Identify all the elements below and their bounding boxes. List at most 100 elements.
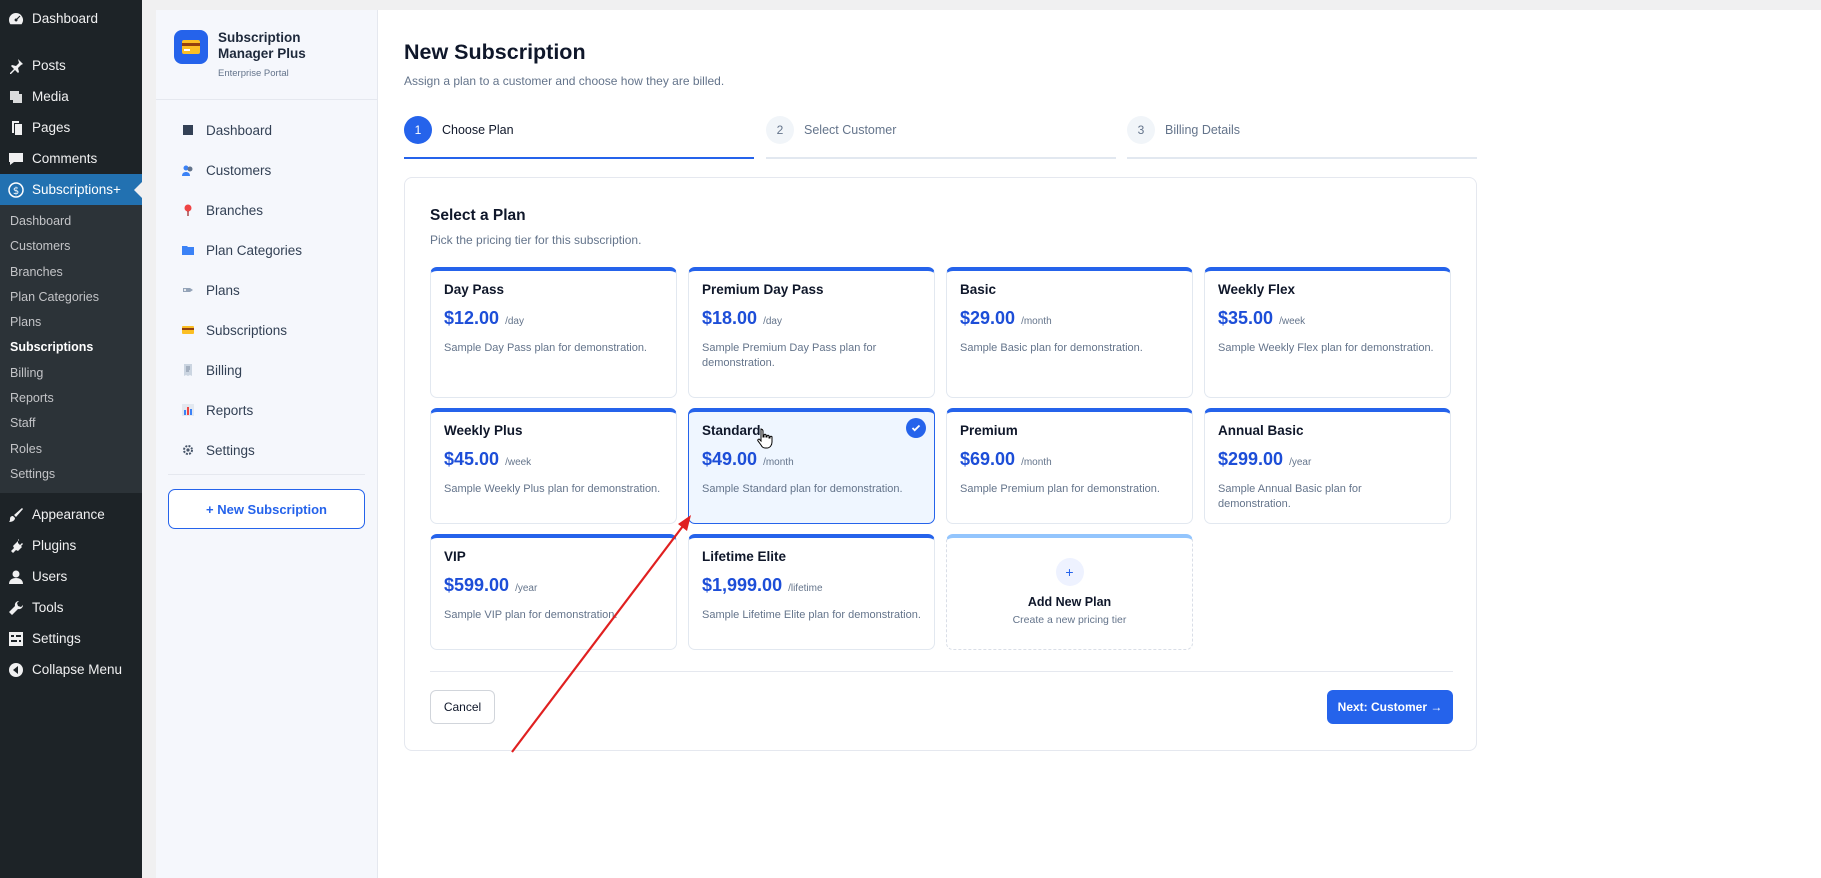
step-choose-plan[interactable]: 1 Choose Plan [404,108,754,159]
plan-price: $69.00 [960,449,1016,469]
cancel-button[interactable]: Cancel [430,690,495,724]
plan-period: /week [1279,316,1306,327]
plugin-nav-branches[interactable]: Branches [156,190,377,230]
wp-submenu-billing[interactable]: Billing [0,361,142,386]
plan-price: $35.00 [1218,308,1274,328]
plan-card-premium[interactable]: Premium $69.00/month Sample Premium plan… [946,408,1193,524]
step-billing-details[interactable]: 3 Billing Details [1127,108,1477,159]
location-pin-icon [182,204,194,216]
pin-icon [8,58,24,74]
wp-submenu-plans[interactable]: Plans [0,310,142,335]
step-label: Billing Details [1165,122,1241,137]
wp-submenu-settings[interactable]: Settings [0,462,142,487]
plan-name: VIP [444,549,466,564]
selected-check-icon [906,418,926,438]
wp-submenu-plan-categories[interactable]: Plan Categories [0,285,142,310]
wp-menu-dashboard[interactable]: Dashboard [0,3,142,34]
wp-menu-plugins[interactable]: Plugins [0,530,142,561]
wp-submenu-customers[interactable]: Customers [0,234,142,259]
add-plan-title: Add New Plan [1027,595,1112,609]
plan-card-weekly-plus[interactable]: Weekly Plus $45.00/week Sample Weekly Pl… [430,408,677,524]
plan-price: $1,999.00 [702,575,783,595]
plan-description: Sample Annual Basic plan for demonstrati… [1218,483,1362,510]
add-new-plan-card[interactable]: + Add New Plan Create a new pricing tier [946,534,1193,650]
plan-price: $45.00 [444,449,500,469]
plugin-brand: Subscription Manager Plus Enterprise Por… [156,10,377,100]
plugin-nav-plan-categories[interactable]: Plan Categories [156,230,377,270]
plugin-nav-dashboard[interactable]: Dashboard [156,110,377,150]
plugin-nav-label: Settings [206,442,255,458]
plan-price: $299.00 [1218,449,1284,469]
svg-text:$: $ [13,186,19,197]
plan-selection-card: Select a Plan Pick the pricing tier for … [404,177,1477,751]
plan-card-premium-day-pass[interactable]: Premium Day Pass $18.00/day Sample Premi… [688,267,935,398]
wp-menu-pages[interactable]: Pages [0,112,142,143]
card-subtitle: Pick the pricing tier for this subscript… [430,233,642,247]
plan-card-basic[interactable]: Basic $29.00/month Sample Basic plan for… [946,267,1193,398]
wp-menu-label: Collapse Menu [32,662,123,678]
wp-menu-appearance[interactable]: Appearance [0,499,142,530]
wp-menu-comments[interactable]: Comments [0,143,142,174]
wp-menu-label: Tools [32,600,64,616]
wrench-icon [8,600,24,616]
plugin-nav-customers[interactable]: Customers [156,150,377,190]
next-customer-button[interactable]: Next: Customer → [1327,690,1453,724]
wp-submenu-roles[interactable]: Roles [0,437,142,462]
wp-menu-label: Users [32,569,68,585]
wp-menu-settings[interactable]: Settings [0,623,142,654]
credit-card-logo-icon [174,30,208,64]
wp-menu-label: Settings [32,631,81,647]
gauge-icon [8,11,24,27]
plan-card-day-pass[interactable]: Day Pass $12.00/day Sample Day Pass plan… [430,267,677,398]
wp-menu-label: Plugins [32,538,77,554]
wp-menu-label: Pages [32,120,71,135]
dollar-icon: $ [8,181,24,198]
plan-card-lifetime-elite[interactable]: Lifetime Elite $1,999.00/lifetime Sample… [688,534,935,650]
wp-submenu-branches[interactable]: Branches [0,260,142,285]
settings-icon [8,631,24,647]
plugin-sidebar: Subscription Manager Plus Enterprise Por… [156,10,378,878]
plan-card-weekly-flex[interactable]: Weekly Flex $35.00/week Sample Weekly Fl… [1204,267,1451,398]
plan-description: Sample Lifetime Elite plan for demonstra… [702,609,921,621]
plugin-nav-reports[interactable]: Reports [156,390,377,430]
wp-menu-posts[interactable]: Posts [0,50,142,81]
wp-submenu-dashboard[interactable]: Dashboard [0,209,142,234]
plugin-nav-label: Dashboard [206,122,273,138]
step-label: Select Customer [804,122,897,137]
plugin-nav-settings[interactable]: Settings [156,430,377,470]
media-icon [8,89,24,105]
wp-menu-tools[interactable]: Tools [0,592,142,623]
wp-submenu-subscriptions[interactable]: Subscriptions [0,335,142,360]
plugin-nav-billing[interactable]: Billing [156,350,377,390]
wp-menu-label: Comments [32,151,98,166]
wp-menu-media[interactable]: Media [0,81,142,112]
step-select-customer[interactable]: 2 Select Customer [766,108,1116,159]
plan-card-annual-basic[interactable]: Annual Basic $299.00/year Sample Annual … [1204,408,1451,524]
plugin-nav-label: Plans [206,282,240,298]
wp-submenu-staff[interactable]: Staff [0,411,142,436]
plan-card-vip[interactable]: VIP $599.00/year Sample VIP plan for dem… [430,534,677,650]
wp-menu-collapse[interactable]: Collapse Menu [0,654,142,685]
plan-period: /day [763,316,782,327]
plan-period: /year [515,583,538,594]
wp-submenu-reports[interactable]: Reports [0,386,142,411]
plan-price: $49.00 [702,449,758,469]
gear-icon [182,444,194,456]
step-number: 3 [1127,115,1155,144]
people-icon [182,164,194,176]
pages-icon [8,120,24,136]
plan-card-standard[interactable]: Standard $49.00/month Sample Standard pl… [688,408,935,524]
plugin-nav-label: Customers [206,162,272,178]
card-divider [430,671,1453,672]
wp-menu-label: Media [32,89,69,104]
wp-menu-subscriptions[interactable]: $ Subscriptions+ [0,174,142,205]
plus-icon: + [1055,558,1084,586]
plugin-nav-subscriptions[interactable]: Subscriptions [156,310,377,350]
wp-menu-users[interactable]: Users [0,561,142,592]
plugin-nav-plans[interactable]: Plans [156,270,377,310]
tag-icon [182,284,194,296]
new-subscription-button[interactable]: + New Subscription [168,489,365,529]
plugin-nav-label: Branches [206,202,264,218]
plan-name: Standard [702,423,761,438]
plan-description: Sample Weekly Plus plan for demonstratio… [444,483,661,495]
